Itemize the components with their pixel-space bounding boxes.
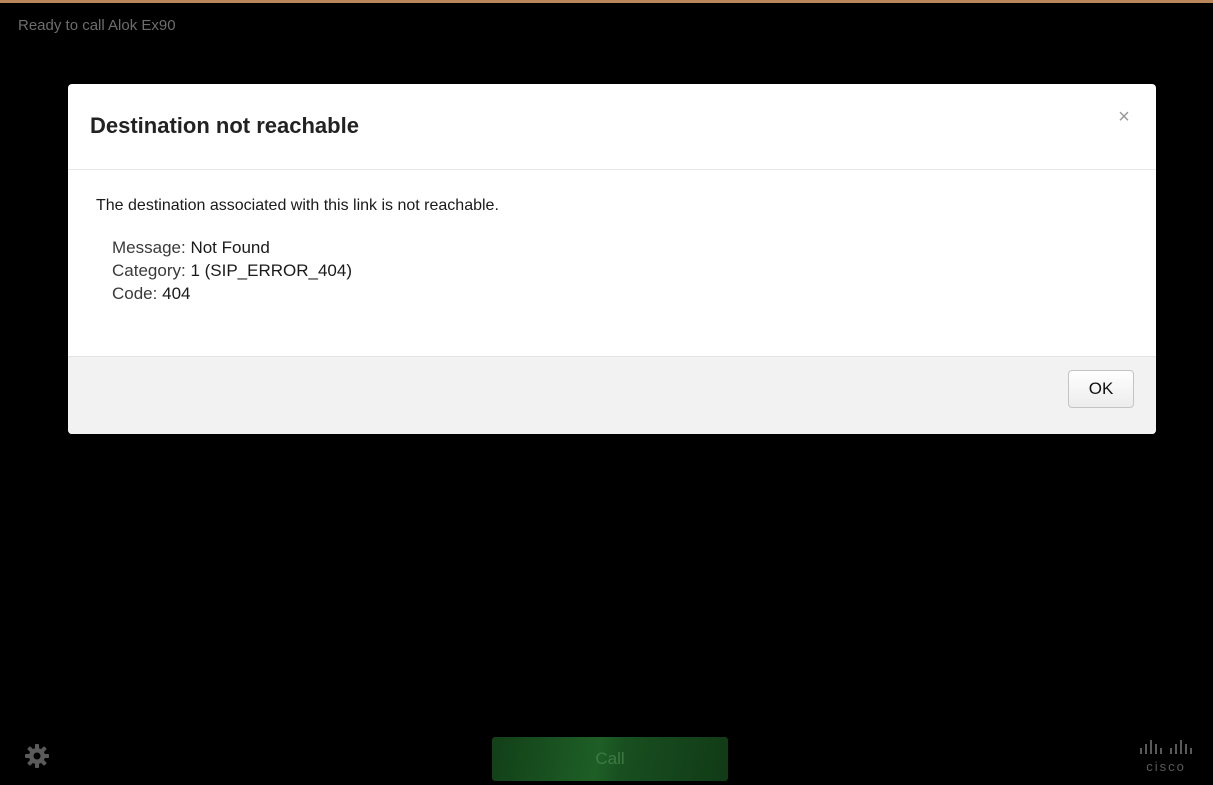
dialog-footer: OK xyxy=(68,356,1156,434)
error-details: Message: Not Found Category: 1 (SIP_ERRO… xyxy=(112,236,352,305)
detail-category-key: Category: xyxy=(112,261,186,280)
detail-message-value: Not Found xyxy=(190,238,270,257)
cisco-logo: cisco xyxy=(1136,739,1196,779)
call-status-text: Ready to call Alok Ex90 xyxy=(18,17,176,34)
detail-message: Message: Not Found xyxy=(112,236,352,259)
detail-category: Category: 1 (SIP_ERROR_404) xyxy=(112,259,352,282)
dialog-body: The destination associated with this lin… xyxy=(68,170,1156,356)
dialog-message: The destination associated with this lin… xyxy=(96,197,499,214)
gear-icon[interactable] xyxy=(24,743,50,769)
detail-category-value: 1 (SIP_ERROR_404) xyxy=(190,261,353,280)
ok-button[interactable]: OK xyxy=(1068,370,1134,408)
detail-code-key: Code: xyxy=(112,284,158,303)
top-accent-bar xyxy=(0,0,1213,3)
detail-code-value: 404 xyxy=(162,284,191,303)
dialog-header: Destination not reachable × xyxy=(68,84,1156,170)
cisco-wordmark: cisco xyxy=(1146,759,1186,774)
call-button[interactable]: Call xyxy=(492,737,728,781)
cisco-bars-icon xyxy=(1140,740,1192,754)
detail-message-key: Message: xyxy=(112,238,186,257)
close-icon[interactable]: × xyxy=(1114,106,1134,128)
detail-code: Code: 404 xyxy=(112,282,352,305)
dialog-title: Destination not reachable xyxy=(90,113,359,138)
error-dialog: Destination not reachable × The destinat… xyxy=(68,84,1156,434)
app-screen: Ready to call Alok Ex90 Destination not … xyxy=(0,0,1213,785)
